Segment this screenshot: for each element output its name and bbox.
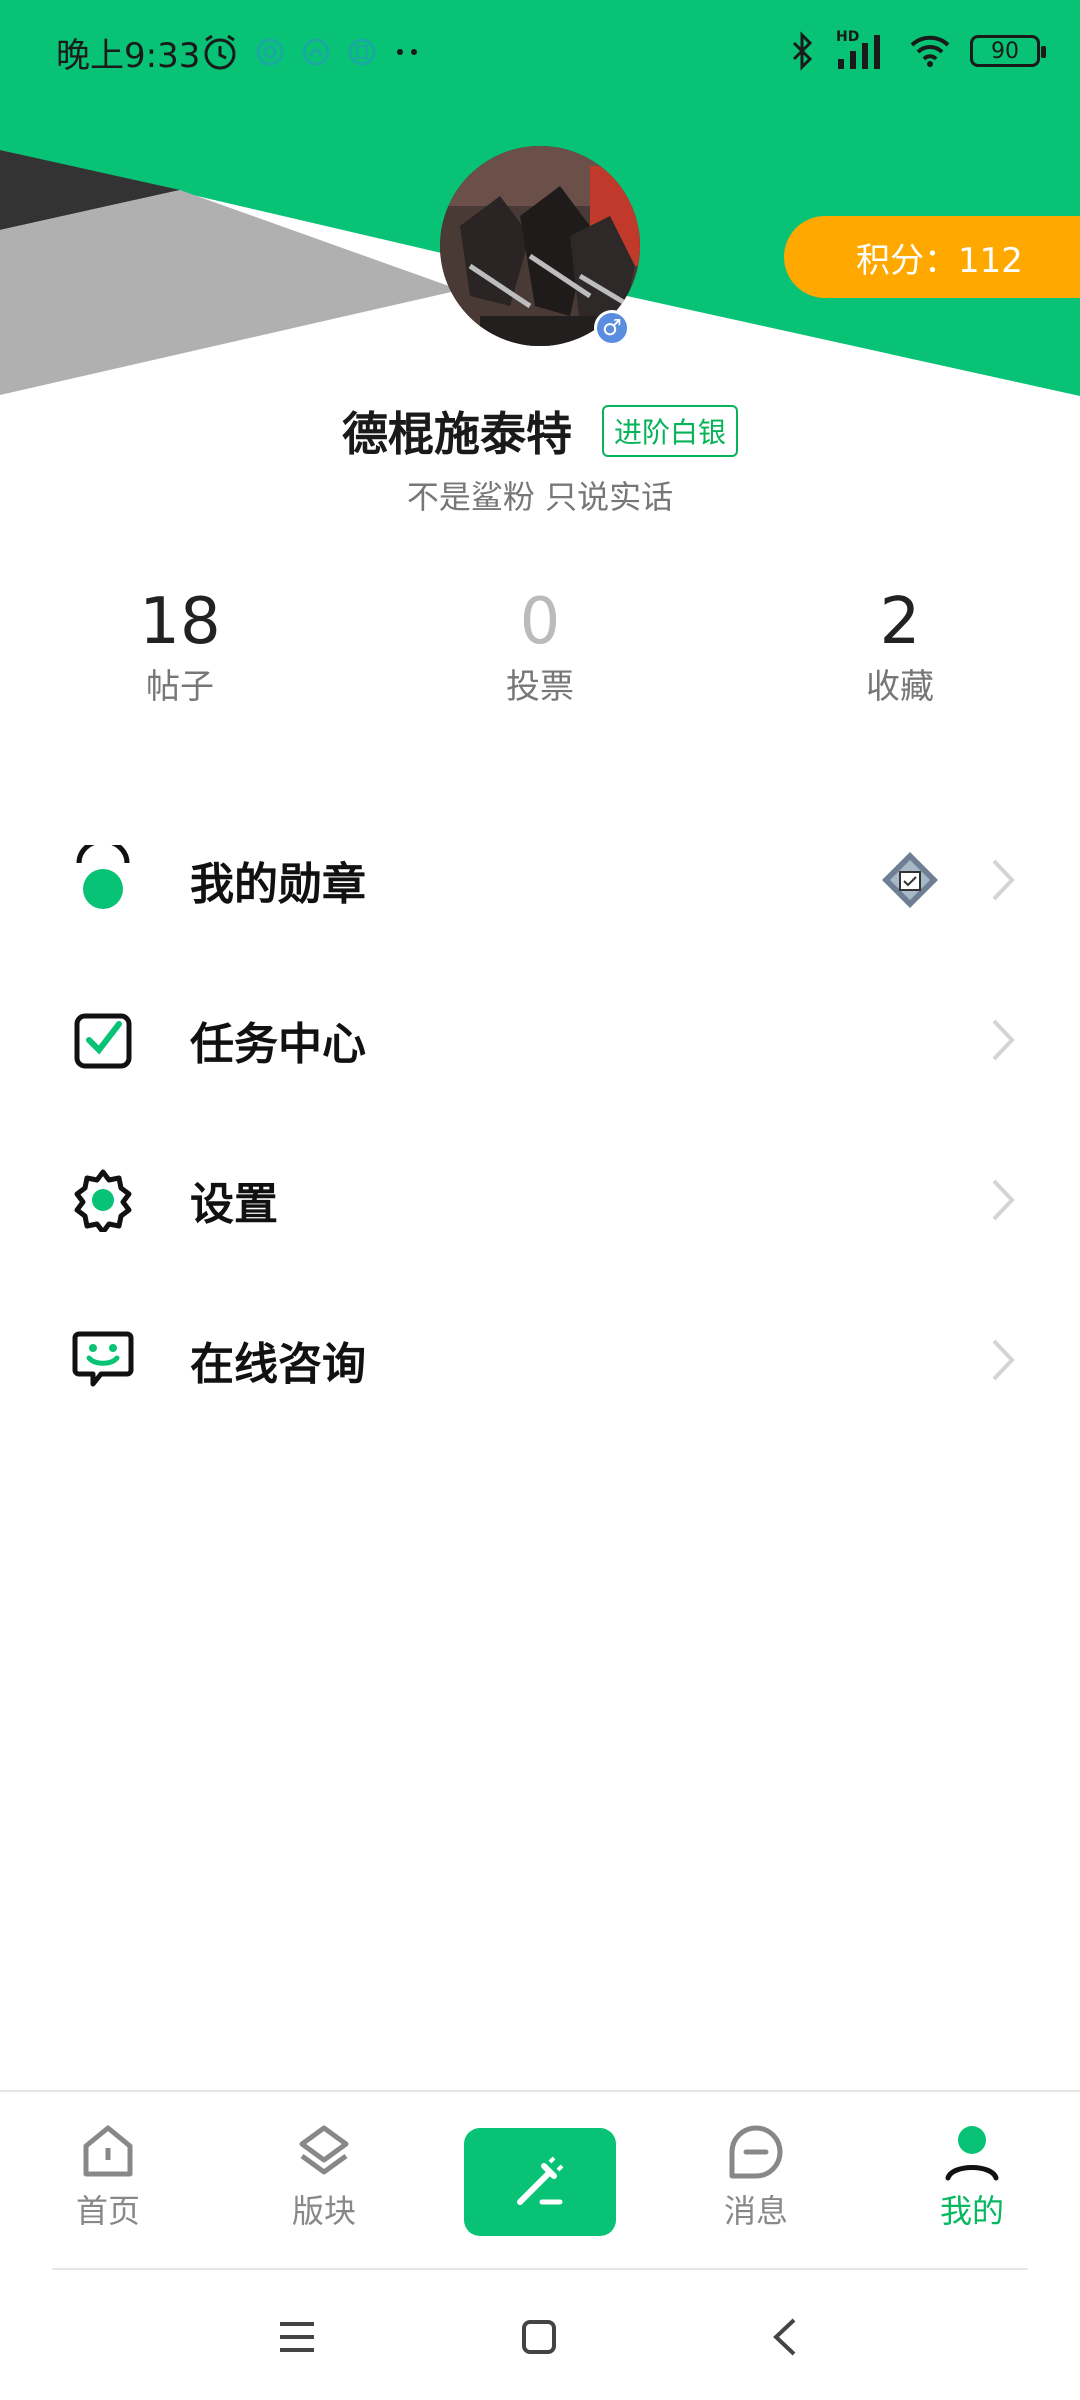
menu-icon[interactable] <box>272 2312 322 2362</box>
app-notification-icon <box>302 38 330 66</box>
status-icons-right: HD 90 <box>788 26 1046 76</box>
home-nav-icon[interactable] <box>514 2312 564 2362</box>
username: 德棍施泰特 <box>341 407 572 461</box>
tab-home[interactable]: 首页 <box>28 2122 188 2232</box>
chat-smile-icon <box>68 1325 138 1395</box>
compose-button[interactable] <box>464 2128 616 2236</box>
medal-badge-icon <box>882 852 938 908</box>
tab-mine[interactable]: 我的 <box>892 2122 1052 2232</box>
tab-label-messages: 消息 <box>723 2192 788 2230</box>
divider <box>52 2268 1028 2270</box>
stat-posts-value: 18 <box>139 585 221 659</box>
tab-label-boards: 版块 <box>291 2192 356 2230</box>
tab-boards[interactable]: 版块 <box>244 2122 404 2232</box>
chevron-right-icon <box>992 1019 1015 1061</box>
bluetooth-icon <box>792 31 813 71</box>
menu-label-settings: 设置 <box>190 1179 278 1230</box>
points-label: 积分：112 <box>856 240 1023 281</box>
stat-votes-label: 投票 <box>506 667 574 707</box>
menu-label-tasks: 任务中心 <box>190 1019 366 1070</box>
medal-menu-icon <box>68 845 138 915</box>
status-bar: 晚上9:33 HD 90 <box>0 0 1080 104</box>
status-icons-left <box>200 30 422 74</box>
stat-posts-label: 帖子 <box>146 667 214 707</box>
gender-male-icon: ♂ <box>594 310 630 346</box>
compose-pen-icon <box>517 2156 564 2205</box>
stat-votes-value: 0 <box>519 585 561 659</box>
battery-level: 90 <box>991 38 1019 64</box>
task-check-icon <box>68 1005 138 1075</box>
stat-favorites-value: 2 <box>879 585 921 659</box>
gear-icon <box>68 1165 138 1235</box>
menu-label-medals: 我的勋章 <box>190 859 366 910</box>
alarm-icon <box>204 34 236 70</box>
wifi-icon <box>910 35 950 67</box>
chevron-right-icon <box>992 1179 1015 1221</box>
menu-item-tasks[interactable]: 任务中心 <box>0 980 1080 1100</box>
stat-posts[interactable]: 18 帖子 <box>80 582 280 712</box>
tab-label-mine: 我的 <box>939 2192 1004 2230</box>
gender-symbol: ♂ <box>602 315 622 341</box>
home-icon <box>83 2125 133 2177</box>
profile-stats: 18 帖子 0 投票 2 收藏 <box>0 582 1080 722</box>
tab-label-home: 首页 <box>75 2192 140 2230</box>
stat-favorites-label: 收藏 <box>866 667 934 707</box>
menu-item-consult[interactable]: 在线咨询 <box>0 1300 1080 1420</box>
signal-icon: HD <box>834 29 890 73</box>
stat-votes[interactable]: 0 投票 <box>440 582 640 712</box>
profile-icon <box>945 2126 999 2181</box>
back-icon[interactable] <box>762 2312 812 2362</box>
profile-bio: 不是鲨粉 只说实话 <box>406 478 674 516</box>
app-notification-icon <box>348 38 376 66</box>
rank-badge[interactable]: 进阶白银 <box>601 405 738 457</box>
chevron-right-icon <box>992 1339 1015 1381</box>
menu-item-settings[interactable]: 设置 <box>0 1140 1080 1260</box>
app-notification-icon <box>256 38 284 66</box>
battery-indicator: 90 <box>970 35 1046 67</box>
bottom-tab-bar: 首页 版块 消息 我的 <box>0 2090 1080 2270</box>
menu-label-consult: 在线咨询 <box>190 1339 366 1390</box>
stat-favorites[interactable]: 2 收藏 <box>800 582 1000 712</box>
layers-icon <box>299 2125 349 2175</box>
status-time: 晚上9:33 <box>56 36 201 76</box>
chevron-right-icon <box>992 859 1015 901</box>
message-icon <box>729 2125 783 2179</box>
menu-item-medals[interactable]: 我的勋章 <box>0 820 1080 940</box>
points-button[interactable]: 积分：112 <box>784 216 1080 298</box>
more-notifications-icon <box>397 49 417 55</box>
system-nav-bar <box>0 2272 1080 2400</box>
tab-messages[interactable]: 消息 <box>676 2122 836 2232</box>
profile-name-row: 德棍施泰特 进阶白银 <box>0 398 1080 464</box>
